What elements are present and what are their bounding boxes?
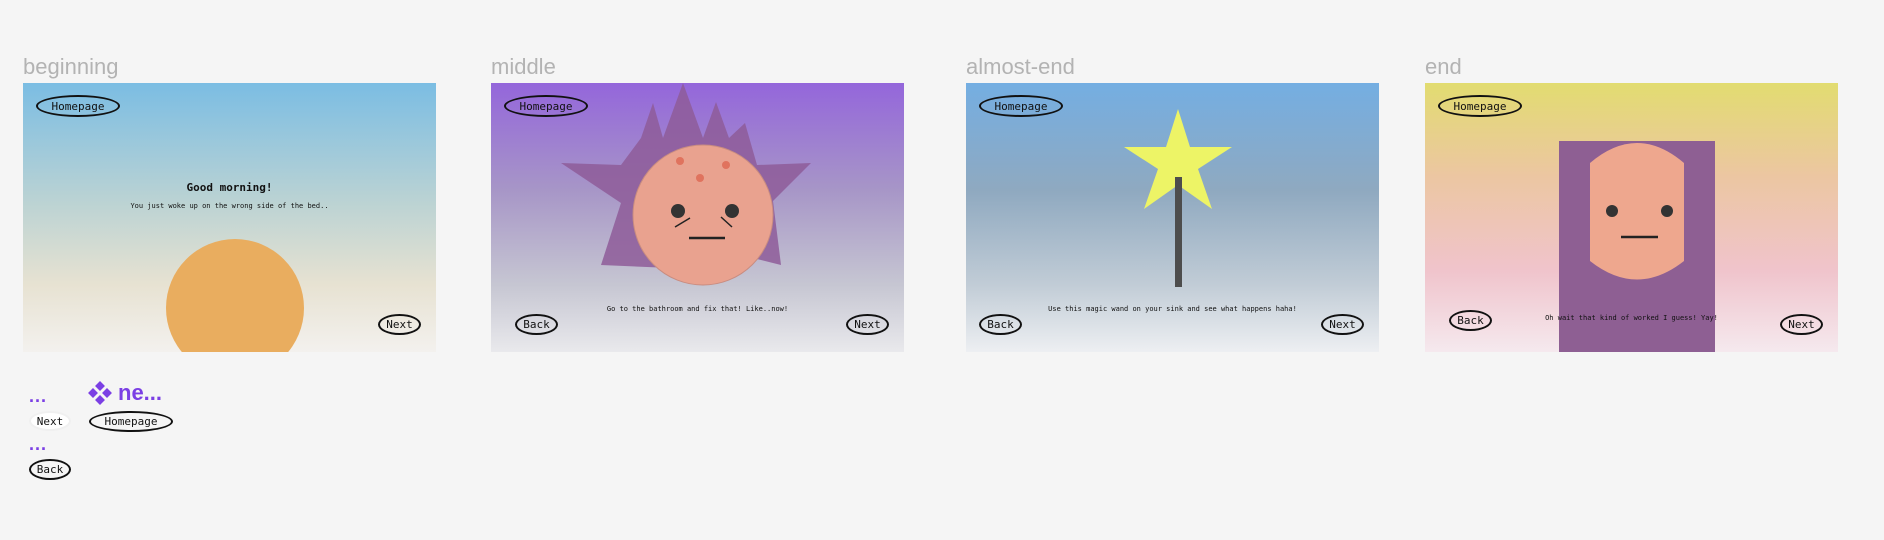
next-button[interactable]: Next <box>846 314 889 335</box>
back-button[interactable]: Back <box>515 314 558 335</box>
left-eye <box>671 204 685 218</box>
frame-beginning: Homepage Good morning! You just woke up … <box>23 83 436 352</box>
left-eye <box>1606 205 1618 217</box>
frame-almost-end: Homepage Use this magic wand on your sin… <box>966 83 1379 352</box>
component-icon <box>88 381 112 405</box>
pimple <box>696 174 704 182</box>
frame-label-end: end <box>1425 54 1462 79</box>
component-name: ne... <box>118 380 163 405</box>
face-circle <box>632 144 774 286</box>
frame-label-middle: middle <box>491 54 556 79</box>
almost-end-caption: Use this magic wand on your sink and see… <box>1048 305 1297 313</box>
frame-middle: Homepage Go to the bathroom and fix that… <box>491 83 904 352</box>
component-header[interactable]: ne... <box>88 380 162 406</box>
back-button-component[interactable]: Back <box>29 459 71 480</box>
component-set-dots[interactable]: ... <box>29 434 47 455</box>
right-eye <box>1661 205 1673 217</box>
wand-stick <box>1175 177 1182 287</box>
next-button[interactable]: Next <box>1321 314 1364 335</box>
homepage-button-component[interactable]: Homepage <box>89 411 173 432</box>
happy-face-illustration <box>1559 141 1715 352</box>
greeting-title: Good morning! <box>186 181 273 194</box>
next-button[interactable]: Next <box>1780 314 1823 335</box>
middle-caption: Go to the bathroom and fix that! Like..n… <box>606 305 789 313</box>
pimple <box>722 161 730 169</box>
next-button-component[interactable]: Next <box>29 411 71 431</box>
frame-end: Homepage Oh wait that kind of worked I g… <box>1425 83 1838 352</box>
frame-label-almost-end: almost-end <box>966 54 1075 79</box>
next-button[interactable]: Next <box>378 314 421 335</box>
right-eye <box>725 204 739 218</box>
component-set-dots[interactable]: ... <box>29 386 47 407</box>
homepage-button[interactable]: Homepage <box>36 95 120 117</box>
back-button[interactable]: Back <box>979 314 1022 335</box>
sun-shape <box>166 239 304 352</box>
greeting-subtitle: You just woke up on the wrong side of th… <box>130 202 329 210</box>
frame-label-beginning: beginning <box>23 54 119 79</box>
pimple <box>676 157 684 165</box>
back-button[interactable]: Back <box>1449 310 1492 331</box>
